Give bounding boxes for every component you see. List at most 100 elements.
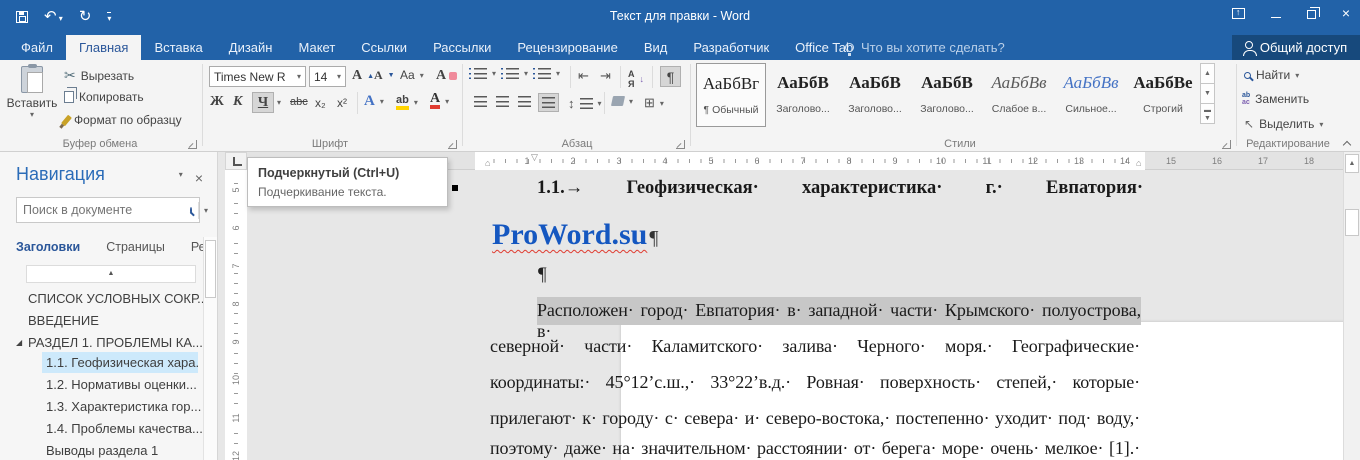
find-button[interactable]: Найти▾ bbox=[1244, 68, 1299, 82]
paste-button[interactable]: Вставить ▾ bbox=[6, 64, 58, 136]
nav-collapse-all-button[interactable]: ▲ bbox=[26, 265, 196, 283]
nav-close-icon[interactable]: × bbox=[195, 170, 203, 186]
style-heading3[interactable]: АаБбВЗаголово... bbox=[912, 63, 982, 127]
nav-item-1-1-selected[interactable]: 1.1. Геофизическая хара... bbox=[42, 352, 198, 373]
styles-gallery-expand-icon[interactable]: ▬▼ bbox=[1200, 103, 1215, 124]
document-line-4[interactable]: прилегают· к· городу· с· севера· и· севе… bbox=[490, 408, 1140, 429]
nav-pane-scroll-thumb[interactable] bbox=[205, 240, 216, 298]
document-line-5[interactable]: поэтому· даже· на· значительном· расстоя… bbox=[490, 438, 1140, 460]
copy-button[interactable]: Копировать bbox=[64, 90, 144, 104]
font-dialog-launcher[interactable] bbox=[448, 140, 457, 149]
nav-options-arrow-icon[interactable]: ▾ bbox=[179, 170, 183, 186]
paragraph-dialog-launcher[interactable] bbox=[676, 140, 685, 149]
document-logo[interactable]: ProWord.su¶ bbox=[492, 218, 658, 252]
vertical-ruler[interactable]: 56789101112 bbox=[225, 152, 247, 460]
share-button[interactable]: Общий доступ bbox=[1232, 35, 1360, 60]
document-line-2[interactable]: северной· части· Каламитского· залива· Ч… bbox=[490, 336, 1140, 357]
style-intense-emphasis[interactable]: АаБбВвСильное... bbox=[1056, 63, 1126, 127]
change-case-button[interactable]: Aa▾ bbox=[400, 68, 424, 82]
save-icon[interactable] bbox=[16, 11, 28, 23]
tab-stop-selector[interactable] bbox=[225, 152, 247, 170]
nav-item-introduction[interactable]: ВВЕДЕНИЕ bbox=[0, 310, 204, 331]
shading-button[interactable]: ▾ bbox=[612, 96, 633, 106]
multilevel-list-button[interactable]: ▾ bbox=[538, 68, 560, 79]
collapse-ribbon-icon[interactable] bbox=[1343, 141, 1351, 149]
tab-review[interactable]: Рецензирование bbox=[504, 35, 630, 60]
scroll-thumb[interactable] bbox=[1345, 209, 1359, 236]
nav-item-1-2[interactable]: 1.2. Нормативы оценки... bbox=[0, 374, 204, 395]
right-indent-marker[interactable]: ⌂ bbox=[1136, 158, 1141, 168]
tab-mailings[interactable]: Рассылки bbox=[420, 35, 504, 60]
logo-text[interactable]: ProWord.su bbox=[492, 218, 647, 251]
text-selection[interactable]: Расположен· город· Евпатория· в· западно… bbox=[537, 297, 1141, 325]
document-heading[interactable]: 1.1.→ Геофизическая· характеристика· г.·… bbox=[537, 178, 1143, 199]
minimize-icon[interactable] bbox=[1271, 17, 1281, 18]
style-heading2[interactable]: АаБбВЗаголово... bbox=[840, 63, 910, 127]
shrink-font-button[interactable]: А▼ bbox=[374, 68, 395, 83]
replace-button[interactable]: abacЗаменить bbox=[1242, 92, 1309, 106]
clear-formatting-button[interactable]: А bbox=[436, 68, 457, 84]
borders-button[interactable]: ⊞▾ bbox=[644, 95, 664, 111]
style-subtle-emphasis[interactable]: АаБбВвСлабое в... bbox=[984, 63, 1054, 127]
close-icon[interactable]: × bbox=[1342, 6, 1350, 20]
style-strict[interactable]: АаБбВеСтрогий bbox=[1128, 63, 1198, 127]
tab-layout[interactable]: Макет bbox=[285, 35, 348, 60]
increase-indent-button[interactable]: ⇥ bbox=[600, 68, 611, 84]
format-painter-button[interactable]: Формат по образцу bbox=[64, 113, 182, 127]
sort-button[interactable]: АЯ↓ bbox=[628, 69, 644, 89]
customize-qat-icon[interactable]: ▾ bbox=[107, 12, 111, 23]
redo-icon[interactable]: ↻ bbox=[79, 8, 92, 26]
align-right-button[interactable] bbox=[518, 96, 531, 107]
style-normal[interactable]: АаБбВг¶ Обычный bbox=[696, 63, 766, 127]
styles-dialog-launcher[interactable] bbox=[1222, 140, 1231, 149]
nav-item-conclusions1[interactable]: Выводы раздела 1 bbox=[0, 440, 204, 460]
show-marks-button[interactable]: ¶ bbox=[660, 66, 681, 87]
document-line-3[interactable]: координаты:· 45°12’с.ш.,· 33°22’в.д.· Ро… bbox=[490, 372, 1140, 393]
nav-search-icon[interactable] bbox=[190, 207, 192, 214]
cut-button[interactable]: ✂Вырезать bbox=[64, 67, 134, 84]
tab-insert[interactable]: Вставка bbox=[141, 35, 215, 60]
undo-button[interactable]: ↶ ▾ bbox=[44, 8, 63, 26]
restore-icon[interactable] bbox=[1307, 10, 1316, 19]
tab-home[interactable]: Главная bbox=[66, 35, 141, 60]
text-effects-button[interactable]: А▾ bbox=[364, 93, 384, 110]
italic-button[interactable]: К bbox=[233, 94, 243, 110]
tell-me-box[interactable]: Что вы хотите сделать? bbox=[845, 35, 1005, 60]
expand-triangle-icon[interactable]: ◢ bbox=[16, 332, 22, 353]
strikethrough-button[interactable]: abc bbox=[290, 96, 308, 108]
align-left-button[interactable] bbox=[474, 96, 487, 107]
nav-pane-scrollbar[interactable] bbox=[203, 237, 217, 460]
nav-item-section1[interactable]: ◢РАЗДЕЛ 1. ПРОБЛЕМЫ КА... bbox=[0, 332, 204, 353]
document-scrollbar[interactable]: ▲ bbox=[1343, 152, 1360, 460]
align-center-button[interactable] bbox=[496, 96, 509, 107]
tab-developer[interactable]: Разработчик bbox=[680, 35, 782, 60]
styles-scroll-up-icon[interactable]: ▲ bbox=[1200, 63, 1215, 84]
styles-scroll-down-icon[interactable]: ▼ bbox=[1200, 83, 1215, 104]
superscript-button[interactable]: x² bbox=[337, 96, 347, 110]
scroll-up-icon[interactable]: ▲ bbox=[1345, 154, 1359, 173]
nav-search-dropdown-icon[interactable]: ▾ bbox=[198, 202, 213, 219]
tab-view[interactable]: Вид bbox=[631, 35, 681, 60]
bold-button[interactable]: Ж bbox=[210, 94, 224, 110]
tab-references[interactable]: Ссылки bbox=[348, 35, 420, 60]
style-heading1[interactable]: АаБбВЗаголово... bbox=[768, 63, 838, 127]
clipboard-dialog-launcher[interactable] bbox=[188, 140, 197, 149]
nav-search-input[interactable] bbox=[17, 203, 190, 217]
bullets-button[interactable]: ▾ bbox=[474, 68, 496, 79]
font-name-combo[interactable]: Times New R▾ bbox=[209, 66, 306, 87]
first-line-indent-marker[interactable]: ▽ bbox=[531, 152, 538, 163]
left-indent-marker[interactable]: ⌂ bbox=[485, 158, 490, 168]
numbering-button[interactable]: ▾ bbox=[506, 68, 528, 79]
underline-dropdown-arrow[interactable]: ▾ bbox=[277, 98, 281, 107]
nav-item-abbreviations[interactable]: СПИСОК УСЛОВНЫХ СОКР... bbox=[0, 288, 204, 309]
tab-file[interactable]: Файл bbox=[8, 35, 66, 60]
highlight-color-button[interactable]: ab▾ bbox=[396, 95, 418, 110]
font-color-button[interactable]: А▾ bbox=[430, 93, 449, 109]
justify-button[interactable] bbox=[538, 93, 559, 112]
select-button[interactable]: ↖Выделить▾ bbox=[1244, 117, 1323, 131]
nav-tab-pages[interactable]: Страницы bbox=[106, 240, 165, 254]
decrease-indent-button[interactable]: ⇤ bbox=[578, 68, 589, 84]
nav-item-1-3[interactable]: 1.3. Характеристика гор... bbox=[0, 396, 204, 417]
ribbon-display-options-icon[interactable] bbox=[1232, 8, 1245, 19]
line-spacing-button[interactable]: ↕▾ bbox=[568, 96, 602, 111]
